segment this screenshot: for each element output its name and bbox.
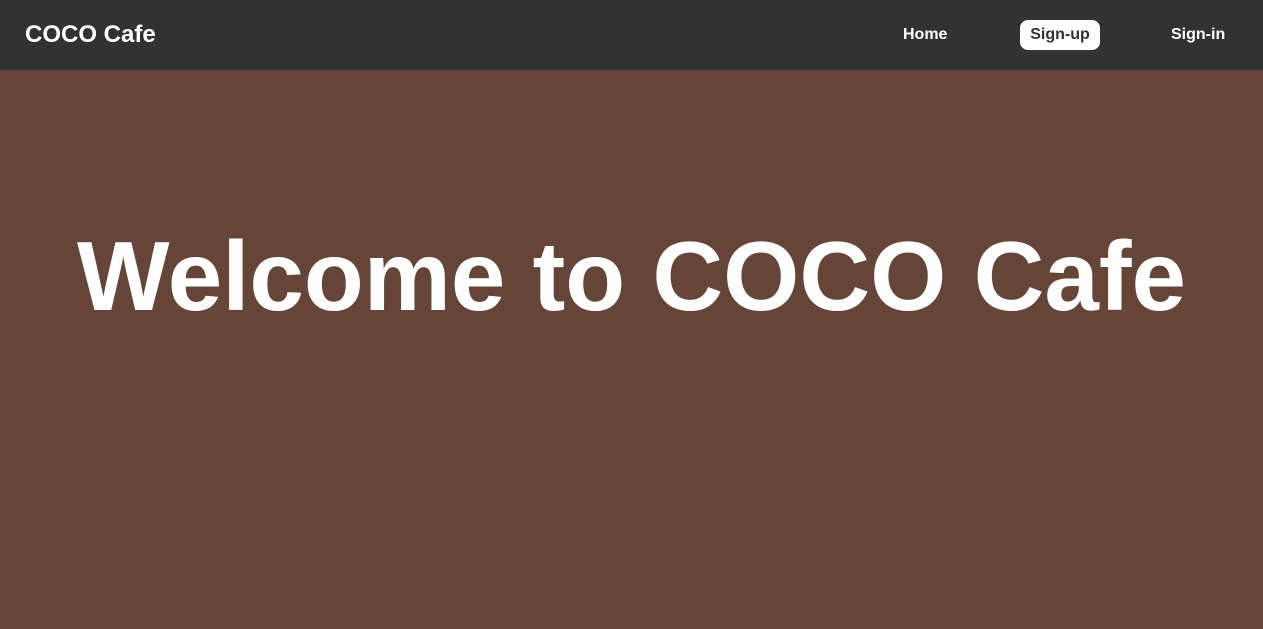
nav-link-sign-up[interactable]: Sign-up xyxy=(1020,20,1100,50)
top-navbar: COCO Cafe Home Sign-up Sign-in xyxy=(0,0,1263,70)
hero-title: Welcome to COCO Cafe xyxy=(76,221,1187,331)
hero-section: Welcome to COCO Cafe xyxy=(0,70,1263,629)
brand-logo-text[interactable]: COCO Cafe xyxy=(25,18,156,52)
nav-link-home[interactable]: Home xyxy=(903,20,947,50)
nav-link-sign-in[interactable]: Sign-in xyxy=(1171,20,1225,50)
